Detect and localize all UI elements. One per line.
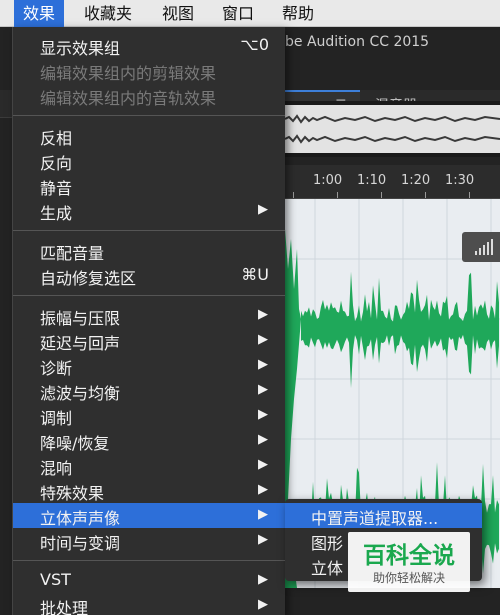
submenu-item-center-channel-extractor[interactable]: 中置声道提取器... [285, 503, 482, 528]
submenu-arrow-icon: ▶ [258, 572, 268, 587]
waveform-overview[interactable] [284, 101, 500, 157]
menu-item-shortcut: ⌘U [241, 265, 269, 284]
menu-item-modulation[interactable]: 调制 ▶ [13, 403, 285, 428]
menu-item-label: 降噪/恢复 [40, 434, 110, 453]
menu-item-auto-heal[interactable]: 自动修复选区 ⌘U [13, 263, 285, 288]
menu-item-label: 反向 [40, 154, 73, 173]
submenu-arrow-icon: ▶ [258, 382, 268, 397]
submenu-arrow-icon: ▶ [258, 432, 268, 447]
menu-item-label: 滤波与均衡 [40, 384, 121, 403]
submenu-arrow-icon: ▶ [258, 332, 268, 347]
submenu-arrow-icon: ▶ [258, 307, 268, 322]
menu-item-label: 显示效果组 [40, 39, 121, 58]
menu-item-label: 诊断 [40, 359, 73, 378]
menu-item-label: 混响 [40, 459, 73, 478]
submenu-arrow-icon: ▶ [258, 457, 268, 472]
ruler-tick [337, 192, 338, 198]
submenu-arrow-icon: ▶ [258, 507, 268, 522]
menu-item-match-loudness[interactable]: 匹配音量 [13, 238, 285, 263]
menu-item-label: 匹配音量 [40, 244, 105, 263]
overview-visible-range[interactable] [284, 105, 500, 153]
menu-item-label: 生成 [40, 204, 73, 223]
menu-item-label: 编辑效果组内的剪辑效果 [40, 64, 217, 83]
submenu-arrow-icon: ▶ [258, 532, 268, 547]
menu-item-delay-echo[interactable]: 延迟与回声 ▶ [13, 328, 285, 353]
menu-item-reverb[interactable]: 混响 ▶ [13, 453, 285, 478]
menu-window[interactable]: 窗口 [222, 0, 254, 27]
menu-item-show-effects-rack[interactable]: 显示效果组 ⌥0 [13, 33, 285, 58]
submenu-arrow-icon: ▶ [258, 597, 268, 612]
submenu-arrow-icon: ▶ [258, 407, 268, 422]
submenu-arrow-icon: ▶ [258, 357, 268, 372]
overview-waveform [284, 114, 500, 144]
ruler-tick [469, 192, 470, 198]
menu-item-shortcut: ⌥0 [240, 35, 269, 54]
menu-item-label: 静音 [40, 179, 73, 198]
ruler-label: 1:30 [445, 173, 475, 188]
menu-item-filter-eq[interactable]: 滤波与均衡 ▶ [13, 378, 285, 403]
menu-item-diagnostics[interactable]: 诊断 ▶ [13, 353, 285, 378]
menu-item-label: 自动修复选区 [40, 269, 137, 288]
menu-item-silence[interactable]: 静音 [13, 173, 285, 198]
menu-separator [13, 560, 285, 561]
menu-view[interactable]: 视图 [162, 0, 194, 27]
ruler-label: 1:20 [401, 173, 431, 188]
time-ruler[interactable]: 1:00 1:10 1:20 1:30 [285, 165, 500, 199]
ruler-tick [425, 192, 426, 198]
menu-item-invert[interactable]: 反相 [13, 123, 285, 148]
menu-item-stereo-imagery[interactable]: 立体声声像 ▶ [13, 503, 285, 528]
app-title: be Audition CC 2015 [285, 34, 430, 50]
menu-favorites[interactable]: 收藏夹 [84, 0, 132, 27]
ruler-label: 1:10 [357, 173, 387, 188]
menu-item-label: 特殊效果 [40, 484, 105, 503]
menu-bar: 效果 收藏夹 视图 窗口 帮助 [0, 0, 500, 27]
menu-effects[interactable]: 效果 [14, 0, 65, 27]
menu-item-label: 立体声声像 [40, 509, 121, 528]
menu-item-label: 振幅与压限 [40, 309, 121, 328]
menu-item-label: 调制 [40, 409, 73, 428]
menu-item-reverse[interactable]: 反向 [13, 148, 285, 173]
menu-item-amplitude-compression[interactable]: 振幅与压限 ▶ [13, 303, 285, 328]
ruler-tick [381, 192, 382, 198]
menu-item-vst[interactable]: VST ▶ [13, 568, 285, 593]
level-meter-button[interactable] [462, 232, 500, 262]
menu-item-label: 反相 [40, 129, 73, 148]
watermark-logo: 百科全说 助你轻松解决 [348, 532, 470, 592]
submenu-arrow-icon: ▶ [258, 482, 268, 497]
menu-item-label: 时间与变调 [40, 534, 121, 553]
submenu-arrow-icon: ▶ [258, 202, 268, 217]
ruler-tick [293, 192, 294, 198]
menu-help[interactable]: 帮助 [282, 0, 314, 27]
menu-item-generate[interactable]: 生成 ▶ [13, 198, 285, 223]
menu-item-noise-reduction[interactable]: 降噪/恢复 ▶ [13, 428, 285, 453]
effects-dropdown-menu: 显示效果组 ⌥0 编辑效果组内的剪辑效果 编辑效果组内的音轨效果 反相 反向 静… [12, 27, 285, 615]
watermark-title: 百科全说 [363, 543, 455, 569]
menu-item-time-pitch[interactable]: 时间与变调 ▶ [13, 528, 285, 553]
menu-item-label: 批处理 [40, 599, 89, 615]
level-meter-icon [475, 239, 493, 255]
menu-separator [13, 115, 285, 116]
menu-separator [13, 295, 285, 296]
menu-item-batch[interactable]: 批处理 ▶ [13, 593, 285, 615]
menu-item-special[interactable]: 特殊效果 ▶ [13, 478, 285, 503]
menu-item-label: 编辑效果组内的音轨效果 [40, 89, 217, 108]
menu-item-edit-track-effects: 编辑效果组内的音轨效果 [13, 83, 285, 108]
menu-item-label: VST [40, 570, 71, 589]
submenu-item-label: 图形 [311, 534, 344, 553]
menu-item-label: 延迟与回声 [40, 334, 121, 353]
menu-separator [13, 230, 285, 231]
submenu-item-label: 中置声道提取器... [311, 509, 439, 528]
submenu-item-label: 立体 [311, 559, 344, 578]
menu-item-edit-clip-effects: 编辑效果组内的剪辑效果 [13, 58, 285, 83]
watermark-subtitle: 助你轻松解决 [372, 571, 445, 585]
ruler-label: 1:00 [313, 173, 343, 188]
